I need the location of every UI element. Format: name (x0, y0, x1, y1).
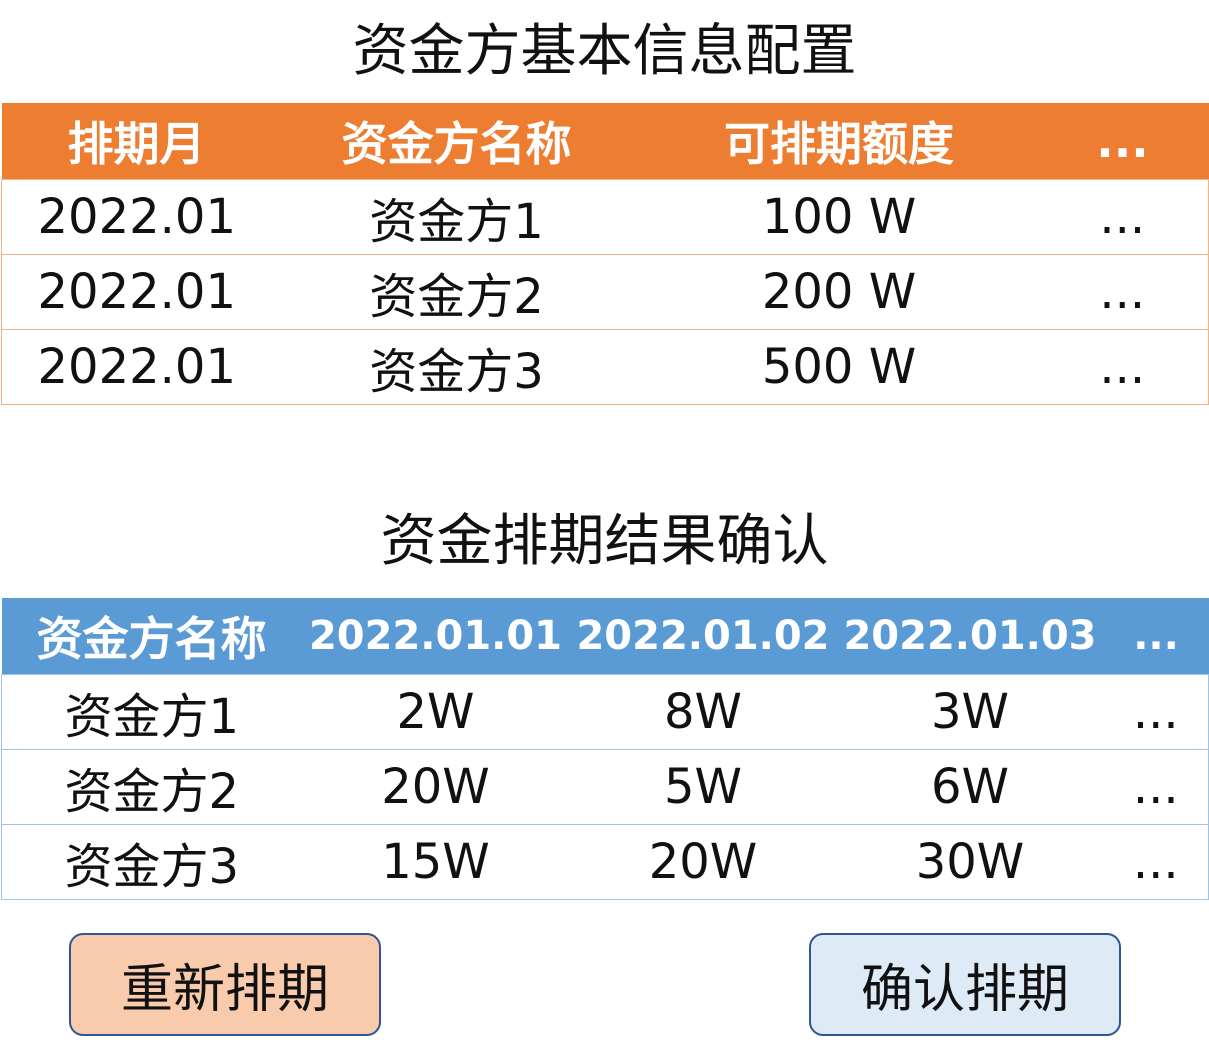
cell-funder-name: 资金方2 (271, 254, 642, 330)
cell-funder-name: 资金方1 (1, 674, 302, 750)
column-header-schedule-month: 排期月 (1, 103, 272, 180)
column-header-more: ... (1103, 598, 1209, 675)
cell-more: ... (1103, 824, 1209, 900)
funder-config-table: 排期月 资金方名称 可排期额度 ... 2022.01 资金方1 100 W .… (1, 103, 1209, 405)
cell-amount: 15W (301, 824, 570, 900)
cell-funder-name: 资金方3 (1, 824, 302, 900)
cell-more: ... (1036, 179, 1209, 255)
cell-schedulable-amount: 100 W (641, 179, 1037, 255)
cell-funder-name: 资金方3 (271, 329, 642, 405)
cell-more: ... (1103, 674, 1209, 750)
table-row: 2022.01 资金方3 500 W ... (1, 329, 1209, 405)
cell-schedulable-amount: 200 W (641, 254, 1037, 330)
schedule-result-table: 资金方名称 2022.01.01 2022.01.02 2022.01.03 .… (1, 598, 1209, 900)
cell-amount: 5W (569, 749, 837, 825)
cell-amount: 20W (569, 824, 837, 900)
reschedule-button[interactable]: 重新排期 (69, 933, 381, 1036)
table-row: 资金方2 20W 5W 6W ... (1, 749, 1209, 825)
cell-amount: 3W (836, 674, 1104, 750)
cell-funder-name: 资金方1 (271, 179, 642, 255)
table-row: 2022.01 资金方1 100 W ... (1, 179, 1209, 255)
column-header-funder-name: 资金方名称 (1, 598, 302, 675)
schedule-result-title: 资金排期结果确认 (380, 509, 829, 574)
cell-amount: 20W (301, 749, 570, 825)
column-header-date: 2022.01.01 (301, 598, 570, 675)
cell-amount: 2W (301, 674, 570, 750)
table-header-row: 排期月 资金方名称 可排期额度 ... (1, 103, 1209, 180)
cell-more: ... (1036, 329, 1209, 405)
cell-amount: 6W (836, 749, 1104, 825)
column-header-date: 2022.01.03 (836, 598, 1104, 675)
cell-amount: 30W (836, 824, 1104, 900)
column-header-more: ... (1036, 103, 1209, 180)
column-header-schedulable-amount: 可排期额度 (641, 103, 1037, 180)
confirm-schedule-button[interactable]: 确认排期 (809, 933, 1121, 1036)
cell-schedule-month: 2022.01 (1, 254, 272, 330)
column-header-date: 2022.01.02 (569, 598, 837, 675)
cell-schedule-month: 2022.01 (1, 179, 272, 255)
funder-config-title: 资金方基本信息配置 (352, 19, 857, 84)
cell-schedulable-amount: 500 W (641, 329, 1037, 405)
cell-funder-name: 资金方2 (1, 749, 302, 825)
cell-schedule-month: 2022.01 (1, 329, 272, 405)
table-row: 2022.01 资金方2 200 W ... (1, 254, 1209, 330)
table-row: 资金方3 15W 20W 30W ... (1, 824, 1209, 900)
table-row: 资金方1 2W 8W 3W ... (1, 674, 1209, 750)
table-header-row: 资金方名称 2022.01.01 2022.01.02 2022.01.03 .… (1, 598, 1209, 675)
cell-amount: 8W (569, 674, 837, 750)
cell-more: ... (1036, 254, 1209, 330)
column-header-funder-name: 资金方名称 (271, 103, 642, 180)
cell-more: ... (1103, 749, 1209, 825)
